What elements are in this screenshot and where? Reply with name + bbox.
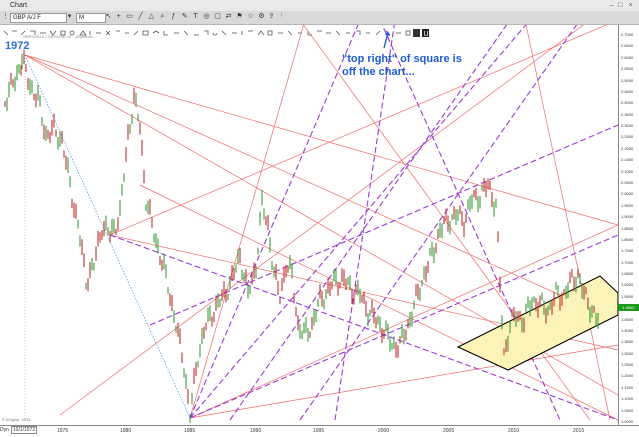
time-axis[interactable]: 1975 1980 1985 1990 1995 2000 2005 2010 2015	[0, 425, 639, 437]
draw-icon[interactable]: ✎	[181, 13, 188, 21]
y-tick-label: 1.0000	[621, 419, 634, 424]
y-tick-label: 2.5500	[621, 66, 634, 72]
interval-input[interactable]: M	[76, 13, 106, 23]
annotation-line-1: "top right" of square is	[342, 53, 462, 65]
cursor-icon[interactable]: ↖	[105, 13, 112, 21]
trend-line	[24, 54, 191, 419]
zoom-icon[interactable]: ⌕	[159, 13, 166, 21]
y-tick-label: 1.3500	[621, 339, 634, 345]
dropdown-icon[interactable]: ▾	[66, 13, 73, 21]
globe-icon[interactable]: ◎	[203, 13, 210, 21]
x-tick-label: 1980	[120, 428, 132, 434]
minimize-button[interactable]: –	[608, 2, 615, 9]
y-tick-label: 1.5500	[621, 293, 634, 299]
y-tick-label: 1.0500	[621, 407, 634, 413]
y-tick-label: 2.1500	[621, 157, 634, 163]
x-tick-label: 2005	[443, 428, 455, 434]
x-tick-label: 1975	[57, 428, 69, 434]
y-tick-label: 1.8500	[621, 225, 634, 231]
arrow-icon[interactable]: ⇄	[225, 13, 232, 21]
twitter-icon[interactable]: ᵗ	[278, 13, 285, 21]
text-icon[interactable]: T	[192, 13, 199, 21]
x-tick-label: 2015	[573, 428, 585, 434]
y-tick-label: 2.0500	[621, 179, 634, 185]
chart-annotation: "top right" of square is off the chart..…	[342, 53, 482, 79]
indicator-icon[interactable]: △	[148, 13, 155, 21]
period-selector[interactable]: Dyn 10/1/1972	[0, 426, 38, 435]
price-chart[interactable]	[0, 25, 618, 425]
gear-icon[interactable]: ⚙	[258, 13, 265, 21]
y-tick-label: 2.6500	[621, 43, 634, 49]
maximize-button[interactable]: □	[617, 2, 624, 9]
y-tick-label: 1.6500	[621, 271, 634, 277]
symbol-input[interactable]: GBP A/J F	[10, 13, 67, 23]
x-tick-label: 2000	[378, 428, 390, 434]
y-tick-label: 2.2500	[621, 134, 634, 140]
range-field[interactable]: 10/1/1972	[10, 426, 38, 434]
y-tick-label: 2.2000	[621, 145, 634, 151]
y-tick-label: 1.6000	[621, 282, 634, 288]
y-tick-label: 1.9500	[621, 202, 634, 208]
last-price-tag: 1.5960	[618, 304, 639, 311]
y-tick-label: 2.7000	[621, 32, 634, 37]
y-tick-label: 2.6000	[621, 54, 634, 60]
crosshair-icon[interactable]: +	[115, 13, 122, 21]
y-tick-label: 1.7500	[621, 248, 634, 254]
chart-legend: GBP/USD A / GBP/USD 10 ...(Dynamic ...	[23, 34, 98, 39]
y-tick-label: 2.4500	[621, 88, 634, 94]
grip-icon: ⋮	[2, 13, 9, 20]
chart-window: Chart – □ × ⋮ GBP A/J F ▾ M ↖ + ▭ ╱ △ ⌕ …	[0, 0, 639, 437]
y-tick-label: 1.3000	[621, 350, 634, 356]
share-icon[interactable]: ⇪	[268, 13, 275, 21]
x-tick-label: 1990	[250, 428, 262, 434]
price-axis[interactable]: 2.7000 2.6500 2.6000 2.5500 2.5000 2.4500 2.40…	[618, 25, 639, 425]
y-tick-label: 2.0000	[621, 191, 634, 197]
year-label: 1972	[5, 40, 30, 52]
y-tick-label: 2.5000	[621, 77, 634, 83]
x-tick-label: 2010	[508, 428, 520, 434]
gann-fan-purple-lines	[109, 25, 618, 421]
x-tick-label: 1995	[313, 428, 325, 434]
study-icon[interactable]: ƒ	[170, 13, 177, 21]
y-tick-label: 1.4000	[621, 327, 634, 333]
flag-icon[interactable]: ⚑	[236, 13, 243, 21]
x-tick-label: 1985	[184, 428, 196, 434]
shape-icon[interactable]: ▢	[214, 13, 221, 21]
star-icon[interactable]: ☆	[247, 13, 254, 21]
gann-square-box	[456, 275, 618, 371]
y-tick-label: 2.4000	[621, 100, 634, 106]
y-tick-label: 2.1000	[621, 168, 634, 174]
annotation-line-2: off the chart...	[342, 66, 415, 78]
y-tick-label: 1.8000	[621, 236, 634, 242]
y-tick-label: 1.2000	[621, 373, 634, 379]
period-label[interactable]: Dyn	[0, 427, 9, 433]
y-tick-label: 1.1500	[621, 384, 634, 390]
y-tick-label: 1.2500	[621, 362, 634, 368]
y-tick-label: 2.3500	[621, 111, 634, 117]
y-tick-label: 1.7000	[621, 259, 634, 265]
window-title: Chart	[10, 2, 28, 9]
chart-toolbar: ⋮ GBP A/J F ▾ M ↖ + ▭ ╱ △ ⌕ ƒ ✎ T ◎ ▢ ⇄ …	[0, 11, 639, 25]
y-tick-label: 1.4500	[621, 316, 634, 322]
y-tick-label: 1.9000	[621, 214, 634, 220]
copyright-text: © eSignal, 2015	[2, 417, 31, 422]
line-icon[interactable]: ╱	[137, 13, 144, 21]
y-tick-label: 1.1000	[621, 396, 634, 402]
chart-type-icon[interactable]: ▭	[126, 13, 133, 21]
y-tick-label: 2.3000	[621, 123, 634, 129]
close-button[interactable]: ×	[627, 2, 634, 9]
annotation-arrow	[383, 31, 390, 49]
